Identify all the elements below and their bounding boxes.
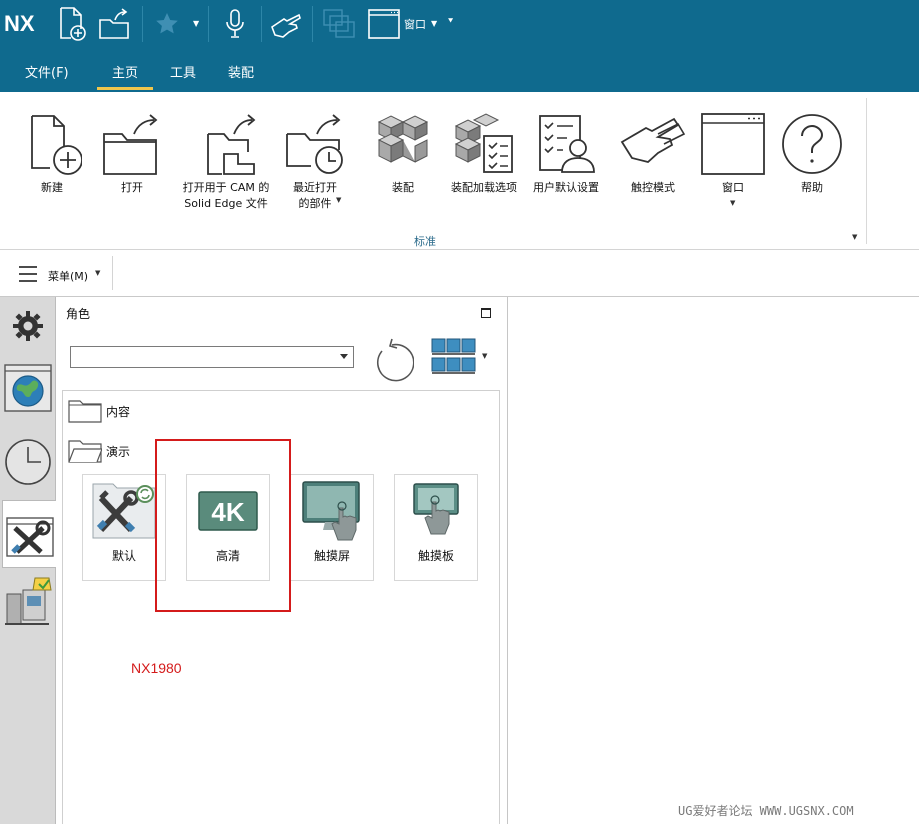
recent-parts-dropdown-caret[interactable]: ▼ — [336, 196, 341, 204]
open-solid-edge-icon — [207, 114, 256, 175]
resource-web-browser[interactable] — [2, 360, 54, 416]
new-file-icon — [31, 115, 82, 175]
annotation-version-note: NX1980 — [131, 660, 182, 676]
active-tab-indicator — [97, 87, 153, 90]
touch-pad-icon — [413, 483, 459, 535]
ribbon-divider — [866, 98, 867, 244]
window-dropdown-caret[interactable]: ▼ — [431, 19, 437, 28]
role-tile-default[interactable]: 默认 — [82, 474, 166, 581]
forum-watermark: UG爱好者论坛 WWW.UGSNX.COM — [678, 804, 854, 818]
folder-content-label: 内容 — [106, 404, 131, 419]
open-folder-icon — [103, 114, 158, 175]
title-bar — [0, 0, 919, 48]
recent-parts-label: 最近打开 的部件 — [293, 181, 337, 210]
open-folder-icon — [68, 440, 102, 463]
gear-icon — [13, 311, 43, 341]
window-button[interactable]: 窗口 — [700, 112, 766, 196]
help-icon — [782, 114, 842, 174]
nx-logo: NX — [4, 11, 35, 36]
favorite-star-icon[interactable] — [152, 4, 182, 44]
touch-hand-icon[interactable] — [268, 4, 304, 44]
roles-panel-title: 角色 — [66, 307, 91, 321]
assembly-load-options-label: 装配加载选项 — [451, 181, 517, 194]
open-button[interactable]: 打开 — [100, 112, 164, 196]
help-button[interactable]: 帮助 — [780, 112, 844, 196]
window-menu-label[interactable]: 窗口 — [404, 16, 426, 32]
folder-icon — [68, 400, 102, 423]
assembly-button[interactable]: 装配 — [374, 112, 432, 196]
menu-row-separator — [112, 256, 113, 290]
chevron-down-icon — [340, 354, 348, 359]
menu-button-label[interactable]: 菜单(M) — [48, 268, 88, 284]
tools-default-icon — [92, 483, 156, 539]
quick-access-separator — [208, 6, 209, 42]
window-icon[interactable] — [366, 4, 402, 44]
open-button-label: 打开 — [121, 181, 143, 194]
icon-view-grid-icon[interactable] — [430, 336, 480, 379]
assembly-label: 装配 — [392, 181, 414, 194]
ribbon-group-standard-label: 标准 — [414, 235, 436, 248]
user-defaults-button[interactable]: 用户默认设置 — [530, 112, 602, 196]
tab-assembly[interactable]: 装配 — [228, 62, 254, 81]
resource-machine-tool[interactable] — [2, 574, 54, 630]
help-label: 帮助 — [801, 181, 823, 194]
touch-mode-button[interactable]: 触控模式 — [618, 112, 688, 196]
tools-role-icon — [5, 517, 54, 557]
new-button[interactable]: 新建 — [22, 112, 82, 196]
resource-settings-gear[interactable] — [2, 298, 54, 354]
open-solid-edge-cam-label: 打开用于 CAM 的 Solid Edge 文件 — [182, 181, 270, 210]
folder-demo[interactable]: 演示 — [68, 439, 130, 463]
annotation-highlight-box — [155, 439, 291, 612]
assembly-cubes-icon — [377, 115, 429, 163]
microphone-icon[interactable] — [222, 4, 248, 44]
window-icon — [701, 113, 765, 175]
resource-history[interactable] — [2, 434, 54, 490]
ribbon-group-expand-icon[interactable]: ▼ — [852, 233, 857, 241]
tab-tools[interactable]: 工具 — [170, 62, 196, 81]
touch-mode-label: 触控模式 — [631, 181, 675, 194]
folder-content[interactable]: 内容 — [68, 399, 130, 423]
resource-roles[interactable] — [2, 500, 56, 568]
machine-tool-icon — [5, 577, 52, 625]
role-tile-touchscreen[interactable]: 触摸屏 — [290, 474, 374, 581]
role-tile-touchscreen-label: 触摸屏 — [313, 549, 350, 563]
hamburger-menu-icon[interactable] — [18, 265, 38, 283]
role-tile-touchpad[interactable]: 触摸板 — [394, 474, 478, 581]
quick-access-separator — [261, 6, 262, 42]
clock-icon — [5, 439, 51, 485]
quick-access-separator — [312, 6, 313, 42]
new-file-icon[interactable] — [56, 4, 88, 44]
quick-access-separator — [142, 6, 143, 42]
favorites-dropdown-caret[interactable]: ▼ — [193, 19, 199, 28]
menu-dropdown-caret[interactable]: ▼ — [95, 269, 100, 277]
window-dropdown-caret[interactable]: ▼ — [730, 199, 735, 207]
top-border-bar — [0, 250, 919, 297]
view-dropdown-caret[interactable]: ▼ — [482, 352, 487, 360]
new-button-label: 新建 — [41, 181, 63, 194]
assembly-load-options-button[interactable]: 装配加载选项 — [448, 112, 520, 196]
panel-maximize-icon[interactable] — [481, 308, 491, 318]
window-stack-icon[interactable] — [320, 4, 358, 44]
touch-screen-icon — [302, 481, 360, 541]
user-defaults-label: 用户默认设置 — [533, 181, 599, 194]
open-folder-icon[interactable] — [96, 4, 132, 44]
window-label: 窗口 — [722, 181, 744, 194]
globe-window-icon — [4, 364, 52, 412]
user-defaults-icon — [539, 115, 595, 173]
role-tile-touchpad-label: 触摸板 — [417, 549, 454, 563]
touch-mode-icon — [620, 117, 686, 163]
folder-demo-label: 演示 — [106, 444, 131, 459]
recent-clock-icon — [286, 114, 343, 174]
customize-quick-access-caret[interactable]: ⯆ — [447, 17, 454, 27]
role-selector-dropdown[interactable] — [70, 346, 354, 368]
open-solid-edge-cam-button[interactable]: 打开用于 CAM 的 Solid Edge 文件 — [180, 112, 272, 212]
tab-file[interactable]: 文件(F) — [25, 62, 69, 81]
reset-role-icon[interactable] — [370, 333, 415, 386]
tab-home[interactable]: 主页 — [112, 62, 138, 81]
assembly-load-options-icon — [454, 113, 513, 173]
role-tile-default-label: 默认 — [111, 549, 136, 563]
